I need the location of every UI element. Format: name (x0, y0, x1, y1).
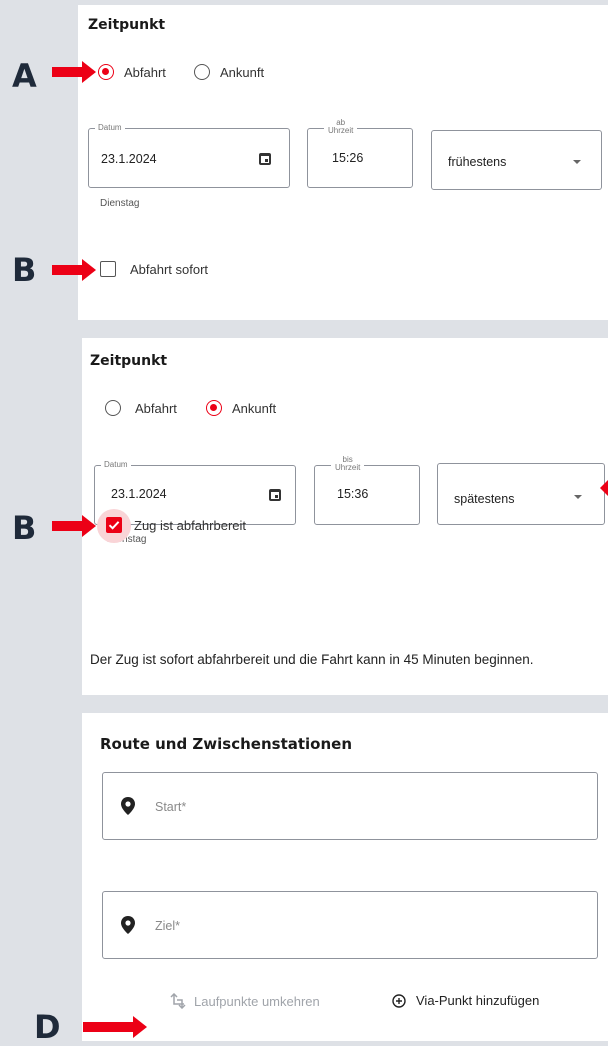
radio-button-selected[interactable] (206, 400, 222, 416)
info-text: Der Zug ist sofort abfahrbereit und die … (90, 652, 534, 667)
radio-arrival[interactable]: Ankunft (206, 400, 276, 416)
departure-immediately-checkbox[interactable]: Abfahrt sofort (100, 261, 208, 277)
date-legend: Datum (95, 123, 125, 133)
time-field[interactable]: bis Uhrzeit 15:36 (314, 456, 420, 525)
time-legend: ab Uhrzeit (324, 119, 358, 135)
time-legend-bottom: Uhrzeit (328, 126, 354, 135)
arrow-tip-partial (600, 480, 608, 496)
start-placeholder: Start* (155, 800, 187, 814)
time-panel-arrival: Zeitpunkt Abfahrt Ankunft Datum 23.1.202… (82, 338, 608, 695)
weekday-label: Dienstag (100, 198, 140, 209)
radio-button[interactable] (194, 64, 210, 80)
time-value: 15:36 (337, 487, 369, 501)
time-legend-bottom: Uhrzeit (335, 463, 361, 472)
chevron-down-icon[interactable] (573, 160, 581, 164)
reverse-waypoints-button[interactable]: Laufpunkte umkehren (170, 993, 320, 1009)
time-mode-value: frühestens (448, 155, 507, 169)
destination-input[interactable]: Ziel* (102, 891, 598, 959)
date-value: 23.1.2024 (101, 152, 157, 166)
time-mode-select[interactable]: spätestens (437, 463, 605, 525)
destination-placeholder: Ziel* (155, 919, 181, 933)
chevron-down-icon[interactable] (574, 495, 582, 499)
time-panel-departure: Zeitpunkt Abfahrt Ankunft Datum 23.1.202… (78, 5, 608, 320)
radio-button[interactable] (105, 400, 121, 416)
train-ready-checkbox[interactable]: Zug ist abfahrbereit (106, 517, 246, 533)
arrow-icon (83, 1016, 149, 1038)
time-legend: bis Uhrzeit (331, 456, 365, 472)
location-pin-icon (121, 797, 135, 815)
arrow-icon (52, 61, 96, 83)
radio-departure-label: Abfahrt (124, 64, 166, 80)
time-value: 15:26 (332, 151, 364, 165)
swap-icon (170, 993, 186, 1009)
marker-d: D (34, 1008, 61, 1046)
radio-departure[interactable]: Abfahrt (105, 400, 177, 416)
marker-b: B (12, 509, 37, 547)
date-legend: Datum (101, 460, 131, 470)
route-panel: Route und Zwischenstationen Start* Ziel*… (82, 713, 608, 1041)
time-field[interactable]: ab Uhrzeit 15:26 (307, 119, 413, 188)
radio-button-selected[interactable] (98, 64, 114, 80)
location-pin-icon (121, 916, 135, 934)
checkmark-icon (108, 521, 120, 530)
time-mode-value: spätestens (454, 492, 515, 506)
start-input[interactable]: Start* (102, 772, 598, 840)
section-title: Zeitpunkt (88, 17, 166, 33)
radio-departure-label: Abfahrt (135, 400, 177, 416)
arrow-icon (52, 515, 96, 537)
radio-arrival[interactable]: Ankunft (194, 64, 264, 80)
reverse-waypoints-label: Laufpunkte umkehren (194, 993, 320, 1009)
checkbox-label: Abfahrt sofort (130, 261, 209, 277)
section-title: Zeitpunkt (90, 353, 168, 369)
checkbox-label: Zug ist abfahrbereit (134, 517, 247, 533)
radio-arrival-label: Ankunft (232, 400, 277, 416)
radio-arrival-label: Ankunft (220, 64, 265, 80)
section-title: Route und Zwischenstationen (100, 735, 353, 753)
calendar-icon[interactable] (269, 489, 281, 501)
add-circle-icon (392, 993, 406, 1008)
arrow-icon (52, 259, 96, 281)
date-field[interactable]: Datum 23.1.2024 (88, 123, 290, 188)
radio-departure[interactable]: Abfahrt (98, 64, 166, 80)
time-mode-select[interactable]: frühestens (431, 130, 602, 190)
add-via-point-label: Via-Punkt hinzufügen (416, 993, 540, 1008)
date-value: 23.1.2024 (111, 487, 167, 501)
marker-a: A (12, 57, 37, 95)
checkbox-checked[interactable] (106, 517, 122, 533)
marker-b: B (12, 251, 37, 289)
calendar-icon[interactable] (259, 153, 271, 165)
checkbox[interactable] (100, 261, 116, 277)
add-via-point-button[interactable]: Via-Punkt hinzufügen (392, 993, 539, 1008)
